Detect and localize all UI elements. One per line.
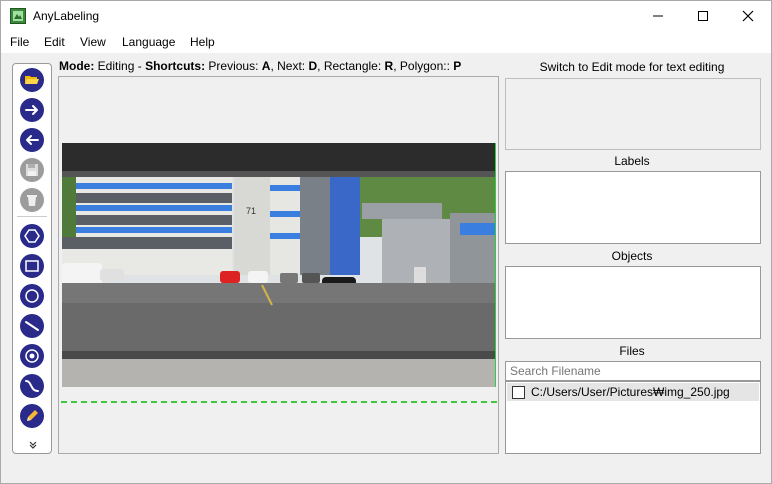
shortcut-next-key: D — [308, 59, 318, 73]
point-icon — [25, 349, 39, 363]
building-number: 71 — [246, 206, 256, 216]
toolbar-separator — [17, 216, 47, 217]
maximize-button[interactable] — [680, 1, 726, 31]
mode-status-line: Mode: Editing - Shortcuts: Previous: A, … — [59, 59, 499, 73]
search-filename-input[interactable] — [505, 361, 761, 381]
pencil-icon — [27, 410, 38, 421]
previous-image-button[interactable] — [20, 128, 44, 152]
arrow-right-icon — [25, 105, 38, 115]
shortcut-polygon-label: , Polygon:: — [393, 59, 450, 73]
objects-list[interactable] — [505, 266, 761, 339]
file-checkbox[interactable] — [512, 386, 525, 399]
app-logo-icon — [10, 8, 26, 24]
create-rectangle-button[interactable] — [20, 254, 44, 278]
menu-language[interactable]: Language — [122, 35, 175, 49]
shortcut-previous-label: Previous: — [208, 59, 259, 73]
create-linestrip-button[interactable] — [20, 374, 44, 398]
file-list-item[interactable]: C:/Users/User/Pictures₩img_250.jpg — [507, 383, 759, 401]
street-scene-image: 71 — [62, 143, 496, 387]
image-canvas[interactable]: 71 — [58, 76, 499, 454]
horizontal-guide-line — [61, 401, 497, 403]
polygon-icon — [24, 229, 40, 243]
labels-list[interactable] — [505, 171, 761, 244]
street-photo: 71 — [62, 143, 495, 387]
folder-open-icon — [25, 76, 39, 84]
shortcut-polygon-key: P — [453, 59, 462, 73]
trash-icon — [27, 195, 37, 206]
menu-view[interactable]: View — [80, 35, 106, 49]
file-list[interactable]: C:/Users/User/Pictures₩img_250.jpg — [505, 381, 761, 454]
labels-title: Labels — [614, 154, 650, 168]
close-icon — [742, 10, 754, 22]
create-point-button[interactable] — [20, 344, 44, 368]
create-line-button[interactable] — [20, 314, 44, 338]
maximize-icon — [698, 11, 708, 21]
delete-button[interactable] — [20, 188, 44, 212]
window-title: AnyLabeling — [33, 9, 100, 23]
description-textbox — [505, 78, 761, 150]
shortcut-rectangle-label: , Rectangle: — [317, 59, 382, 73]
shortcuts-label: Shortcuts: — [145, 59, 206, 73]
close-button[interactable] — [725, 1, 771, 31]
line-icon — [25, 321, 39, 331]
open-folder-button[interactable] — [20, 68, 44, 92]
mode-separator: - — [137, 59, 142, 73]
objects-title: Objects — [611, 249, 653, 263]
tools-toolbar — [12, 63, 52, 454]
next-image-button[interactable] — [20, 98, 44, 122]
title-bar: AnyLabeling — [1, 1, 771, 31]
menu-bar: File Edit View Language Help — [1, 31, 771, 53]
file-path: C:/Users/User/Pictures₩img_250.jpg — [531, 385, 730, 399]
save-icon — [26, 164, 38, 176]
mode-label: Mode: — [59, 59, 95, 73]
save-button[interactable] — [20, 158, 44, 182]
shortcut-next-label: , Next: — [270, 59, 306, 73]
app-window: AnyLabeling File Edit View Language Help — [0, 0, 772, 484]
edit-mode-button[interactable] — [20, 404, 44, 428]
menu-file[interactable]: File — [10, 35, 29, 49]
rectangle-icon — [25, 260, 39, 272]
create-polygon-button[interactable] — [20, 224, 44, 248]
menu-edit[interactable]: Edit — [44, 35, 65, 49]
arrow-left-icon — [26, 135, 39, 145]
files-title: Files — [619, 344, 645, 358]
circle-icon — [25, 289, 39, 303]
description-hint: Switch to Edit mode for text editing — [539, 60, 725, 74]
minimize-icon — [653, 15, 663, 17]
menu-help[interactable]: Help — [190, 35, 215, 49]
mode-value: Editing — [97, 59, 135, 73]
create-circle-button[interactable] — [20, 284, 44, 308]
shortcut-rectangle-key: R — [384, 59, 394, 73]
chevron-double-down-icon[interactable] — [28, 440, 38, 450]
minimize-button[interactable] — [635, 1, 681, 31]
linestrip-icon — [25, 380, 39, 392]
